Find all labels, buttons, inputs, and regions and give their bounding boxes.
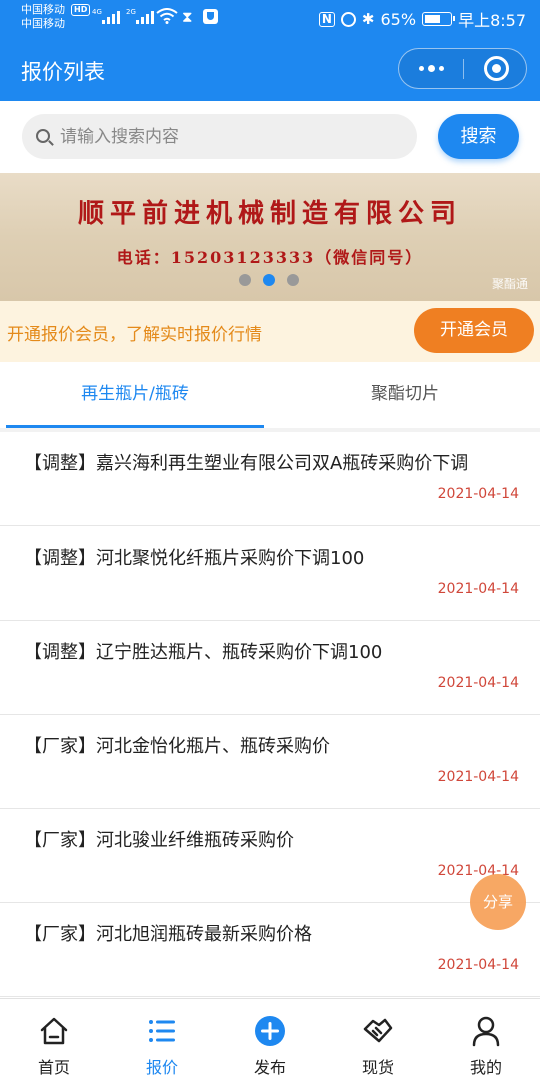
search-input[interactable] [60, 114, 400, 159]
page-title: 报价列表 [21, 60, 105, 84]
carrier-1: 中国移动 [21, 3, 65, 16]
search-button[interactable]: 搜索 [438, 114, 519, 159]
quote-list: 【调整】嘉兴海利再生塑业有限公司双A瓶砖采购价下调 2021-04-14 【调整… [0, 432, 540, 998]
carrier-info: 中国移动 中国移动 [21, 3, 65, 31]
miniprogram-capsule [398, 48, 527, 89]
tabbar-label: 现货 [361, 1058, 394, 1077]
open-membership-button[interactable]: 开通会员 [414, 308, 534, 353]
tabbar-item-home[interactable]: 首页 [0, 999, 108, 1080]
search-icon [36, 129, 50, 143]
carousel-dot-active[interactable] [263, 274, 275, 286]
wifi-icon [156, 8, 178, 24]
tabbar-item-quotes[interactable]: 报价 [108, 999, 216, 1080]
network-4g-label: 4G [92, 8, 102, 16]
list-item[interactable]: 【调整】河北聚悦化纤瓶片采购价下调100 2021-04-14 [0, 527, 540, 621]
user-icon [472, 1016, 500, 1047]
tab-polyester-chips[interactable]: 聚酯切片 [270, 362, 540, 428]
list-item-title: 【厂家】河北金怡化瓶片、瓶砖采购价 [24, 736, 330, 757]
search-bar: 搜索 [0, 101, 540, 173]
clock: 早上8:57 [458, 11, 526, 30]
battery-icon [422, 12, 456, 26]
bottom-tab-bar: 首页 报价 发布 现货 我的 [0, 998, 540, 1080]
list-item-date: 2021-04-14 [437, 769, 519, 785]
carousel-indicators [239, 274, 299, 286]
hourglass-icon: ⧗ [182, 8, 193, 26]
list-item[interactable]: 【调整】嘉兴海利再生塑业有限公司双A瓶砖采购价下调 2021-04-14 [0, 432, 540, 526]
category-tabs: 再生瓶片/瓶砖 聚酯切片 [0, 362, 540, 428]
list-item-title: 【调整】辽宁胜达瓶片、瓶砖采购价下调100 [24, 642, 383, 663]
list-item-date: 2021-04-14 [437, 581, 519, 597]
membership-promo-text: 开通报价会员，了解实时报价行情 [7, 325, 262, 345]
tab-recycled-bottle-flakes[interactable]: 再生瓶片/瓶砖 [0, 362, 270, 428]
banner-company-name: 顺平前进机械制造有限公司 [77, 199, 462, 229]
app-header: 中国移动 中国移动 HD 4G 2G ⧗ N ✱ 65% 早上8:57 报价列表 [0, 0, 540, 101]
list-item-title: 【厂家】河北骏业纤维瓶砖采购价 [24, 830, 294, 851]
list-item-title: 【厂家】河北旭润瓶砖最新采购价格 [24, 924, 312, 945]
handshake-icon [363, 1018, 393, 1043]
list-item[interactable]: 【厂家】河北金怡化瓶片、瓶砖采购价 2021-04-14 [0, 715, 540, 809]
plus-circle-icon [255, 1016, 285, 1046]
hd-icon: HD [71, 4, 91, 16]
tab-active-indicator [6, 425, 264, 428]
list-item-title: 【调整】嘉兴海利再生塑业有限公司双A瓶砖采购价下调 [24, 453, 469, 474]
nfc-icon: N [318, 11, 335, 27]
carrier-2: 中国移动 [21, 17, 65, 30]
tabbar-label: 首页 [37, 1058, 70, 1077]
tabbar-item-publish[interactable]: 发布 [216, 999, 324, 1080]
banner-phone: 电话：15203123333（微信同号） [116, 248, 424, 267]
more-options-button[interactable] [399, 49, 463, 88]
shield-icon [203, 9, 218, 24]
bluetooth-icon: ✱ [361, 10, 375, 28]
banner-carousel[interactable]: 顺平前进机械制造有限公司 电话：15203123333（微信同号） 聚酯通 [0, 173, 540, 301]
signal-icon [102, 10, 120, 24]
tabbar-item-spot[interactable]: 现货 [324, 999, 432, 1080]
carousel-dot[interactable] [239, 274, 251, 286]
signal-icon [136, 10, 154, 24]
banner-watermark: 聚酯通 [491, 277, 528, 291]
list-item-title: 【调整】河北聚悦化纤瓶片采购价下调100 [24, 548, 365, 569]
status-bar: 中国移动 中国移动 HD 4G 2G ⧗ N ✱ 65% 早上8:57 [0, 0, 540, 36]
list-item[interactable]: 【调整】辽宁胜达瓶片、瓶砖采购价下调100 2021-04-14 [0, 621, 540, 715]
capsule-divider [463, 59, 464, 79]
tabbar-label: 我的 [469, 1058, 502, 1077]
tabbar-label: 报价 [145, 1058, 178, 1077]
tabbar-item-mine[interactable]: 我的 [432, 999, 540, 1080]
list-item-date: 2021-04-14 [437, 675, 519, 691]
list-item-date: 2021-04-14 [437, 957, 519, 973]
list-icon [149, 1020, 175, 1042]
network-2g-label: 2G [126, 8, 136, 16]
share-button[interactable]: 分享 [470, 874, 526, 930]
tabbar-label: 发布 [253, 1058, 286, 1077]
search-box[interactable] [22, 114, 417, 159]
alarm-icon [340, 11, 356, 27]
carousel-dot[interactable] [287, 274, 299, 286]
close-miniprogram-button[interactable] [484, 56, 509, 81]
home-icon [40, 1017, 68, 1045]
list-item[interactable]: 【厂家】河北骏业纤维瓶砖采购价 2021-04-14 [0, 809, 540, 903]
battery-percent: 65% [380, 9, 417, 29]
list-item[interactable]: 【厂家】河北旭润瓶砖最新采购价格 2021-04-14 [0, 903, 540, 997]
membership-promo: 开通报价会员，了解实时报价行情 开通会员 [0, 301, 540, 362]
list-item-date: 2021-04-14 [437, 486, 519, 502]
status-right: N ✱ 65% 早上8:57 [318, 7, 526, 31]
